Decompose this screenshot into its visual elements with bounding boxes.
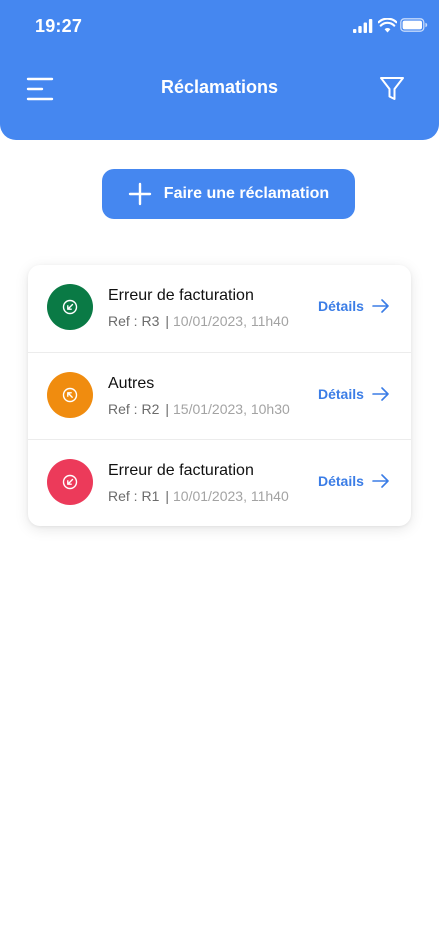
claim-date: 15/01/2023, 10h30 <box>173 401 290 417</box>
separator: | <box>165 401 169 417</box>
filter-icon <box>380 77 404 100</box>
details-link[interactable]: Détails <box>318 473 364 489</box>
claim-date: 10/01/2023, 11h40 <box>173 313 289 329</box>
separator: | <box>165 313 169 329</box>
details-link[interactable]: Détails <box>318 386 364 402</box>
claim-title: Autres <box>108 375 155 392</box>
signal-icon <box>353 19 373 33</box>
arrow-down-left-icon <box>62 299 78 315</box>
claim-ref: Ref : R3 <box>108 313 160 329</box>
plus-icon <box>128 182 151 206</box>
claim-meta: Ref : R2 | 15/01/2023, 10h30 <box>108 401 290 417</box>
filter-button[interactable] <box>375 73 409 105</box>
status-badge <box>47 372 93 418</box>
status-time: 19:27 <box>35 16 83 36</box>
claim-ref: Ref : R1 <box>108 488 160 504</box>
create-claim-button[interactable]: Faire une réclamation <box>102 169 355 219</box>
claim-row[interactable]: Autres Ref : R2 | 15/01/2023, 10h30 Détail… <box>28 352 411 439</box>
arrow-right-icon[interactable] <box>372 473 390 489</box>
create-claim-label: Faire une réclamation <box>163 185 330 202</box>
claim-ref: Ref : R2 <box>108 401 160 417</box>
claim-title: Erreur de facturation <box>108 287 254 304</box>
claims-list: Erreur de facturation Ref : R3 | 10/01/202… <box>28 265 411 526</box>
page-title: Réclamations <box>160 77 279 97</box>
arrow-down-left-icon <box>62 474 78 490</box>
battery-icon <box>400 18 428 32</box>
status-badge <box>47 284 93 330</box>
claim-meta: Ref : R3 | 10/01/2023, 11h40 <box>108 313 289 329</box>
wifi-icon <box>378 18 397 33</box>
claim-date: 10/01/2023, 11h40 <box>173 488 289 504</box>
arrow-up-left-icon <box>62 387 78 403</box>
claim-row[interactable]: Erreur de facturation Ref : R3 | 10/01/202… <box>28 265 411 352</box>
separator: | <box>165 488 169 504</box>
arrow-right-icon[interactable] <box>372 386 390 402</box>
arrow-right-icon[interactable] <box>372 298 390 314</box>
claim-title: Erreur de facturation <box>108 462 254 479</box>
claim-row[interactable]: Erreur de facturation Ref : R1 | 10/01/202… <box>28 439 411 526</box>
claim-meta: Ref : R1 | 10/01/2023, 11h40 <box>108 488 289 504</box>
app-header: 19:27 Réclamations <box>0 0 439 140</box>
status-badge <box>47 459 93 505</box>
details-link[interactable]: Détails <box>318 298 364 314</box>
